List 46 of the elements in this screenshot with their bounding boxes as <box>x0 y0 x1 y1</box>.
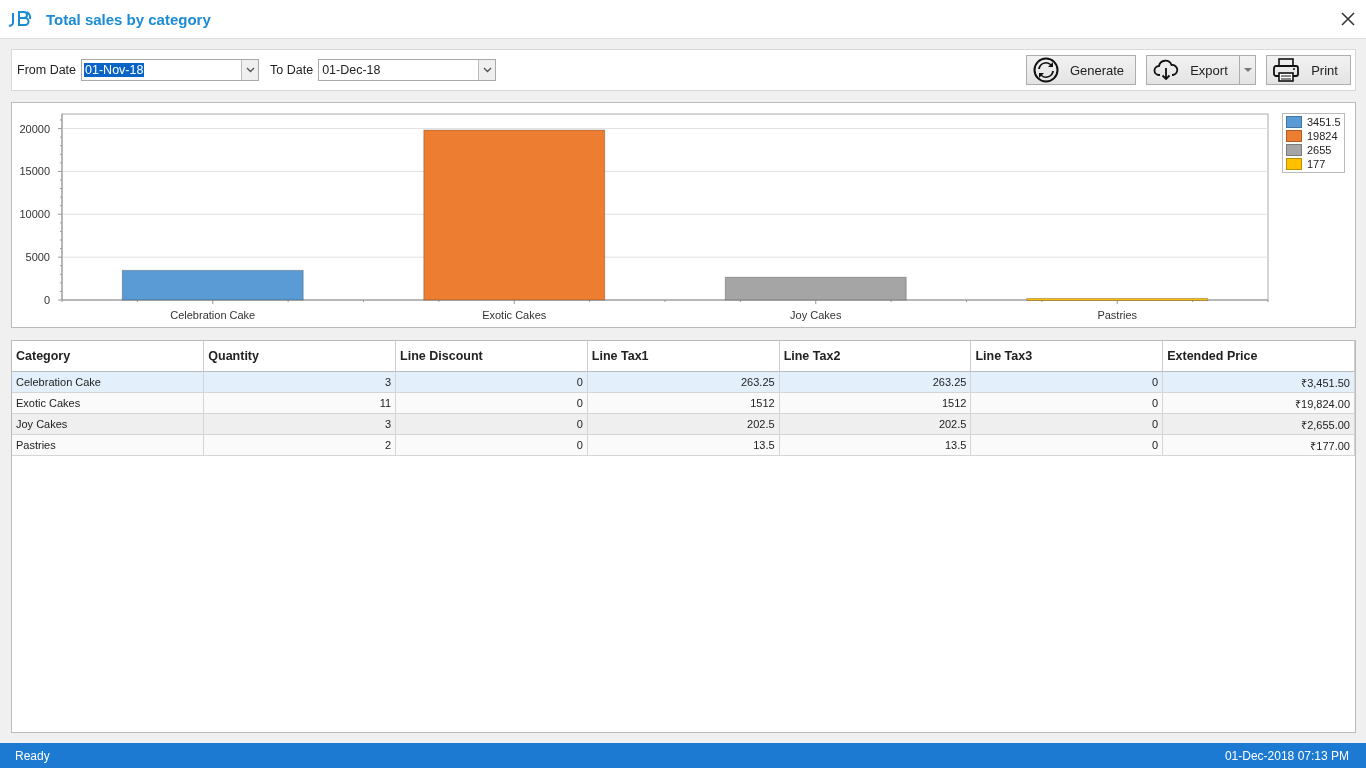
date-dropdown[interactable]: 01-Nov-18 <box>81 59 260 81</box>
printer-icon <box>1273 58 1299 82</box>
table-row[interactable]: Pastries 2 0 13.5 13.5 0 ₹177.00 <box>12 434 1355 456</box>
legend-label: 2655 <box>1307 144 1332 156</box>
field-label: From Date <box>17 63 77 77</box>
cloud-download-icon <box>1153 59 1179 81</box>
x-axis-label: Celebration Cake <box>170 309 256 321</box>
window-title: Total sales by category <box>46 10 212 28</box>
y-axis-label: 20000 <box>19 122 50 135</box>
column-header[interactable]: Line Discount <box>395 341 588 372</box>
table-cell: Joy Cakes <box>12 413 204 435</box>
status-text: Ready <box>15 748 50 763</box>
table-row[interactable]: Joy Cakes 3 0 202.5 202.5 0 ₹2,655.00 <box>12 413 1355 435</box>
legend-label: 3451.5 <box>1307 116 1341 128</box>
status-datetime: 01-Dec-2018 07:13 PM <box>1224 748 1349 763</box>
column-header[interactable]: Line Tax3 <box>970 341 1163 372</box>
legend-label: 177 <box>1307 158 1326 170</box>
x-axis-label: Exotic Cakes <box>482 309 547 321</box>
table-cell: Pastries <box>12 434 204 456</box>
x-axis-label: Pastries <box>1097 309 1138 321</box>
legend-label: 19824 <box>1307 130 1338 142</box>
field-label: To Date <box>270 63 314 77</box>
table-row[interactable]: Celebration Cake 3 0 263.25 263.25 0 ₹3,451.50 <box>12 371 1355 393</box>
table-cell: Celebration Cake <box>12 371 204 393</box>
y-axis-label: 15000 <box>19 165 50 178</box>
table-row[interactable]: Exotic Cakes 11 0 1512 1512 0 ₹19,824.00 <box>12 392 1355 414</box>
y-axis-label: 0 <box>43 294 50 306</box>
chevron-down-icon <box>482 67 492 73</box>
column-header[interactable]: Category <box>12 341 204 372</box>
y-axis-label: 10000 <box>19 208 50 221</box>
y-axis-label: 5000 <box>25 251 50 264</box>
column-header[interactable]: Line Tax1 <box>587 341 780 372</box>
column-header[interactable]: Extended Price <box>1162 341 1355 372</box>
column-header[interactable]: Line Tax2 <box>779 341 971 372</box>
print-button[interactable]: Print <box>1266 55 1351 85</box>
generate-button[interactable]: Generate <box>1026 55 1136 85</box>
dropdown-arrow-button[interactable] <box>1240 55 1256 85</box>
x-axis-label: Joy Cakes <box>790 309 842 321</box>
export-button[interactable]: Export <box>1146 55 1240 85</box>
logo-icon <box>8 9 32 29</box>
table-cell: Exotic Cakes <box>12 392 204 414</box>
refresh-icon <box>1033 57 1059 83</box>
caret-down-icon <box>1243 68 1252 72</box>
column-header[interactable]: Quantity <box>203 341 396 372</box>
date-dropdown[interactable]: 01-Dec-18 <box>318 59 497 81</box>
chevron-down-icon <box>245 67 255 73</box>
